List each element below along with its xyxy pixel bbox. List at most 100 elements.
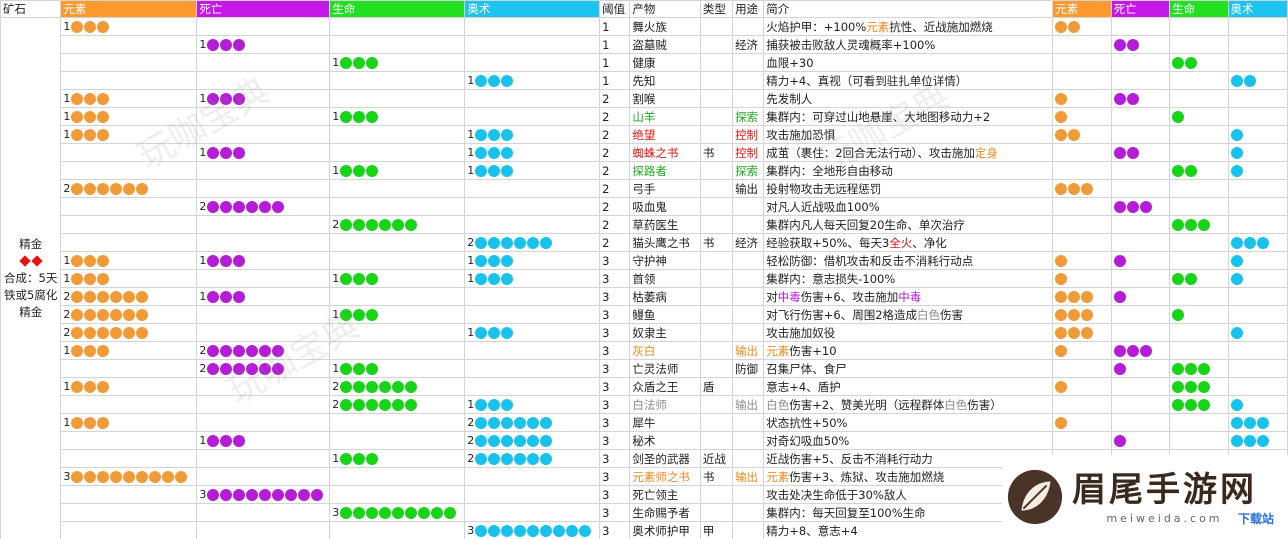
life-dot — [340, 380, 353, 393]
description-cell: 对飞行伤害+6、周围2格造成白色伤害 — [763, 305, 1054, 324]
arcane-dot — [540, 416, 553, 429]
elem-result-cell — [1052, 179, 1112, 198]
life-result-cell — [1169, 35, 1229, 54]
life-dot — [340, 398, 353, 411]
header-row: 矿石 元素 死亡 生命 奥术 阈值 产物 类型 用途 简介 元素 死亡 生命 奥… — [0, 0, 1288, 18]
life-result-cell — [1169, 71, 1229, 90]
table-row: 2 2 弓手 输出 投射物攻击无远程惩罚 — [1, 179, 1288, 198]
description-cell: 对奇幻吸血50% — [763, 431, 1054, 450]
arcane-cost-cell: 2 — [464, 413, 601, 432]
header-death: 死亡 — [196, 0, 331, 18]
death-cost-cell — [196, 17, 331, 36]
threshold-cell: 2 — [599, 197, 631, 216]
arcane-dot — [1243, 74, 1256, 87]
arcane-dot — [488, 416, 501, 429]
type-cell — [699, 431, 734, 450]
death-result-cell — [1110, 143, 1171, 162]
leaf-logo-icon — [1007, 469, 1063, 525]
elem-dot — [84, 308, 97, 321]
life-cost-number: 1 — [332, 361, 340, 375]
arcane-dot — [475, 452, 488, 465]
description-text: 意志+4、盾护 — [766, 379, 841, 394]
death-dot — [233, 92, 246, 105]
arcane-dot — [1256, 434, 1269, 447]
life-cost-cell: 2 — [329, 215, 466, 234]
death-cost-cell: 1 — [196, 89, 331, 108]
life-dot — [405, 398, 418, 411]
elem-dot — [84, 92, 97, 105]
threshold-cell: 2 — [599, 233, 631, 252]
elem-dot — [71, 344, 84, 357]
table-row: 2 2 草药医生 集群内凡人每天回复20生命、单次治疗 — [1, 215, 1288, 234]
life-cost-cell: 1 — [329, 53, 466, 72]
product-name: 亡灵法师 — [629, 359, 701, 378]
use-cell: 输出 — [732, 179, 765, 198]
use-cell — [732, 377, 765, 396]
description-cell: 集群内：可穿过山地悬崖、大地图移动力+2 — [763, 107, 1054, 126]
life-cost-cell: 1 — [329, 107, 466, 126]
description-cell: 召集尸体、食尸 — [763, 359, 1054, 378]
description-text: 中毒 — [898, 289, 922, 304]
life-dot — [366, 218, 379, 231]
use-cell — [732, 503, 765, 522]
life-cost-number: 1 — [332, 271, 340, 285]
threshold-cell: 1 — [599, 71, 631, 90]
elem-dot — [110, 326, 123, 339]
elem-dot — [1068, 308, 1081, 321]
arcane-cost-cell — [464, 503, 601, 522]
description-cell: 精力+4、真视（可看到驻扎单位详情） — [763, 71, 1054, 90]
elem-dot — [71, 416, 84, 429]
arcane-dot — [488, 164, 501, 177]
threshold-cell: 2 — [599, 89, 631, 108]
header-ore: 矿石 — [0, 0, 62, 18]
type-cell — [699, 215, 734, 234]
death-cost-cell — [196, 161, 331, 180]
elem-dot — [110, 308, 123, 321]
arcane-dot — [1230, 236, 1243, 249]
elem-dot — [136, 182, 149, 195]
life-cost-number: 2 — [332, 379, 340, 393]
arcane-result-cell — [1227, 107, 1288, 126]
arcane-dot — [501, 128, 514, 141]
use-cell — [732, 197, 765, 216]
death-dot — [1113, 290, 1126, 303]
description-text: 近战伤害+5、反击不消耗行动力 — [766, 451, 933, 466]
life-dot — [340, 362, 353, 375]
life-cost-number: 1 — [332, 307, 340, 321]
threshold-cell: 3 — [599, 521, 631, 539]
description-cell: 集群内凡人每天回复20生命、单次治疗 — [763, 215, 1054, 234]
life-result-cell — [1169, 17, 1229, 36]
type-cell — [699, 71, 734, 90]
description-cell: 集群内：全地形自由移动 — [763, 161, 1054, 180]
elem-cost-cell — [60, 35, 198, 54]
product-name: 秘术 — [629, 431, 701, 450]
arcane-result-cell — [1227, 413, 1288, 432]
death-dot — [1126, 92, 1139, 105]
arcane-cost-cell: 1 — [464, 395, 601, 414]
product-name: 割喉 — [629, 89, 701, 108]
threshold-cell: 3 — [599, 377, 631, 396]
death-result-cell — [1110, 287, 1171, 306]
product-name: 盗墓贼 — [629, 35, 701, 54]
threshold-cell: 3 — [599, 413, 631, 432]
elem-dot — [1055, 254, 1068, 267]
threshold-cell: 3 — [599, 341, 631, 360]
elem-result-cell — [1052, 125, 1112, 144]
death-cost-number: 1 — [199, 433, 207, 447]
life-result-cell — [1169, 179, 1229, 198]
death-dot — [1139, 344, 1152, 357]
elem-dot — [97, 380, 110, 393]
death-result-cell — [1110, 323, 1171, 342]
product-name: 生命赐予者 — [629, 503, 701, 522]
description-cell: 意志+4、盾护 — [763, 377, 1054, 396]
life-dot — [340, 308, 353, 321]
threshold-cell: 1 — [599, 53, 631, 72]
arcane-dot — [1230, 146, 1243, 159]
use-cell: 探索 — [732, 161, 765, 180]
ore-cell: 精金 合成：5天铁或5腐化精金 — [0, 17, 62, 539]
life-dot — [405, 380, 418, 393]
site-logo: 眉尾手游网 meiweida.com 下载站 — [1002, 455, 1288, 539]
life-dot — [340, 164, 353, 177]
arcane-cost-number: 1 — [467, 127, 475, 141]
use-cell: 输出 — [732, 341, 765, 360]
